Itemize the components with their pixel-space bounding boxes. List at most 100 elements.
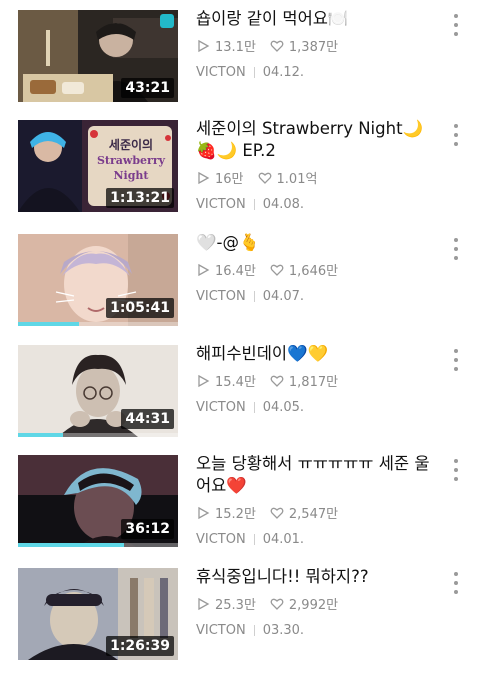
video-stats: 15.2만 2,547만 [196, 503, 434, 522]
video-list-item[interactable]: 44:31 해피수빈데이💙💛 15.4만 1,817만 VICTON 04.05… [0, 343, 480, 445]
heart-icon [270, 40, 284, 52]
play-icon [198, 39, 210, 52]
upload-date: 04.08. [262, 197, 305, 212]
heart-icon [270, 598, 284, 610]
meta-divider [253, 625, 255, 636]
channel-name[interactable]: VICTON [196, 623, 246, 638]
video-title[interactable]: 해피수빈데이💙💛 [196, 343, 434, 365]
play-icon [198, 506, 210, 519]
watch-progress-fill [18, 543, 124, 547]
vlive-badge-icon [160, 14, 174, 28]
view-count: 16만 [215, 172, 244, 187]
like-count: 2,992만 [288, 598, 339, 613]
video-title[interactable]: 세준이의 Strawberry Night🌙🍓🌙 EP.2 [196, 118, 434, 162]
video-info: 숍이랑 같이 먹어요🍽️ 13.1만 1,387만 VICTON 04.12. [196, 8, 434, 80]
upload-date: 03.30. [262, 623, 305, 638]
video-title[interactable]: 휴식중입니다!! 뭐하지?? [196, 566, 434, 588]
view-count: 15.4만 [215, 375, 256, 390]
channel-name[interactable]: VICTON [196, 400, 246, 415]
like-count: 1,817만 [288, 375, 339, 390]
watch-progress-track [18, 433, 178, 437]
upload-date: 04.12. [262, 65, 305, 80]
play-icon [198, 597, 210, 610]
upload-date: 04.07. [262, 289, 305, 304]
thumbnail-caption-line: Night [113, 169, 149, 182]
video-duration: 1:26:39 [106, 636, 174, 656]
video-stats: 13.1만 1,387만 [196, 36, 434, 55]
video-title[interactable]: 숍이랑 같이 먹어요🍽️ [196, 8, 434, 30]
play-icon [198, 374, 210, 387]
video-info: 휴식중입니다!! 뭐하지?? 25.3만 2,992만 VICTON 03.30… [196, 566, 434, 638]
video-title[interactable]: 🤍-@🫰 [196, 232, 434, 254]
channel-name[interactable]: VICTON [196, 197, 246, 212]
video-thumbnail[interactable]: 1:26:39 [18, 568, 178, 660]
heart-icon [258, 172, 271, 184]
video-stats: 16.4만 1,646만 [196, 260, 434, 279]
meta-divider [253, 534, 255, 545]
more-vertical-icon[interactable] [450, 459, 462, 481]
watch-progress-track [18, 543, 178, 547]
watch-progress-fill [18, 322, 79, 326]
video-stats: 15.4만 1,817만 [196, 371, 434, 390]
video-thumbnail[interactable]: 36:12 [18, 455, 178, 547]
video-info: 🤍-@🫰 16.4만 1,646만 VICTON 04.07. [196, 232, 434, 304]
video-stats: 16만 1.01억 [196, 168, 434, 187]
upload-date: 04.01. [262, 532, 305, 547]
video-list: 43:21 숍이랑 같이 먹어요🍽️ 13.1만 1,387만 VICTON 0… [0, 0, 480, 675]
video-thumbnail[interactable]: 세준이의 Strawberry Night 1:13:21 [18, 120, 178, 212]
view-count: 16.4만 [215, 264, 256, 279]
view-count: 13.1만 [215, 40, 256, 55]
watch-progress-fill [18, 433, 63, 437]
channel-name[interactable]: VICTON [196, 289, 246, 304]
meta-divider [253, 402, 255, 413]
video-list-item[interactable]: 1:26:39 휴식중입니다!! 뭐하지?? 25.3만 2,992만 VICT… [0, 566, 480, 668]
view-count: 25.3만 [215, 598, 256, 613]
upload-date: 04.05. [262, 400, 305, 415]
like-count: 1,387만 [288, 40, 339, 55]
video-meta: VICTON 04.08. [196, 197, 434, 212]
more-vertical-icon[interactable] [450, 238, 462, 260]
video-meta: VICTON 04.05. [196, 400, 434, 415]
like-count: 1.01억 [276, 172, 318, 187]
video-list-item[interactable]: 1:05:41 🤍-@🫰 16.4만 1,646만 VICTON 04.07. [0, 232, 480, 334]
video-info: 해피수빈데이💙💛 15.4만 1,817만 VICTON 04.05. [196, 343, 434, 415]
like-count: 1,646만 [288, 264, 339, 279]
channel-name[interactable]: VICTON [196, 532, 246, 547]
video-thumbnail[interactable]: 44:31 [18, 345, 178, 437]
thumbnail-caption: 세준이의 Strawberry Night [94, 138, 168, 183]
heart-icon [270, 375, 284, 387]
video-meta: VICTON 04.01. [196, 532, 434, 547]
video-list-item[interactable]: 세준이의 Strawberry Night 1:13:21 세준이의 Straw… [0, 118, 480, 220]
more-vertical-icon[interactable] [450, 349, 462, 371]
video-thumbnail[interactable]: 43:21 [18, 10, 178, 102]
video-duration: 1:05:41 [106, 298, 174, 318]
video-duration: 36:12 [121, 519, 174, 539]
watch-progress-track [18, 322, 178, 326]
thumbnail-caption-line: Strawberry [96, 154, 166, 167]
more-vertical-icon[interactable] [450, 572, 462, 594]
video-info: 오늘 당황해서 ㅠㅠㅠㅠㅠ 세준 울어요❤️ 15.2만 2,547만 VICT… [196, 453, 434, 547]
meta-divider [253, 291, 255, 302]
view-count: 15.2만 [215, 507, 256, 522]
more-vertical-icon[interactable] [450, 14, 462, 36]
play-icon [198, 171, 210, 184]
video-info: 세준이의 Strawberry Night🌙🍓🌙 EP.2 16만 1.01억 … [196, 118, 434, 212]
more-vertical-icon[interactable] [450, 124, 462, 146]
video-duration: 43:21 [121, 78, 174, 98]
video-list-item[interactable]: 43:21 숍이랑 같이 먹어요🍽️ 13.1만 1,387만 VICTON 0… [0, 8, 480, 110]
channel-name[interactable]: VICTON [196, 65, 246, 80]
video-thumbnail[interactable]: 1:05:41 [18, 234, 178, 326]
play-icon [198, 263, 210, 276]
heart-icon [270, 507, 284, 519]
video-meta: VICTON 04.12. [196, 65, 434, 80]
heart-icon [270, 264, 284, 276]
like-count: 2,547만 [288, 507, 339, 522]
video-stats: 25.3만 2,992만 [196, 594, 434, 613]
video-duration: 1:13:21 [106, 188, 174, 208]
video-list-item[interactable]: 36:12 오늘 당황해서 ㅠㅠㅠㅠㅠ 세준 울어요❤️ 15.2만 2,547… [0, 453, 480, 555]
video-meta: VICTON 04.07. [196, 289, 434, 304]
video-title[interactable]: 오늘 당황해서 ㅠㅠㅠㅠㅠ 세준 울어요❤️ [196, 453, 434, 497]
thumbnail-caption-line: 세준이의 [108, 138, 154, 152]
video-duration: 44:31 [121, 409, 174, 429]
meta-divider [253, 67, 255, 78]
